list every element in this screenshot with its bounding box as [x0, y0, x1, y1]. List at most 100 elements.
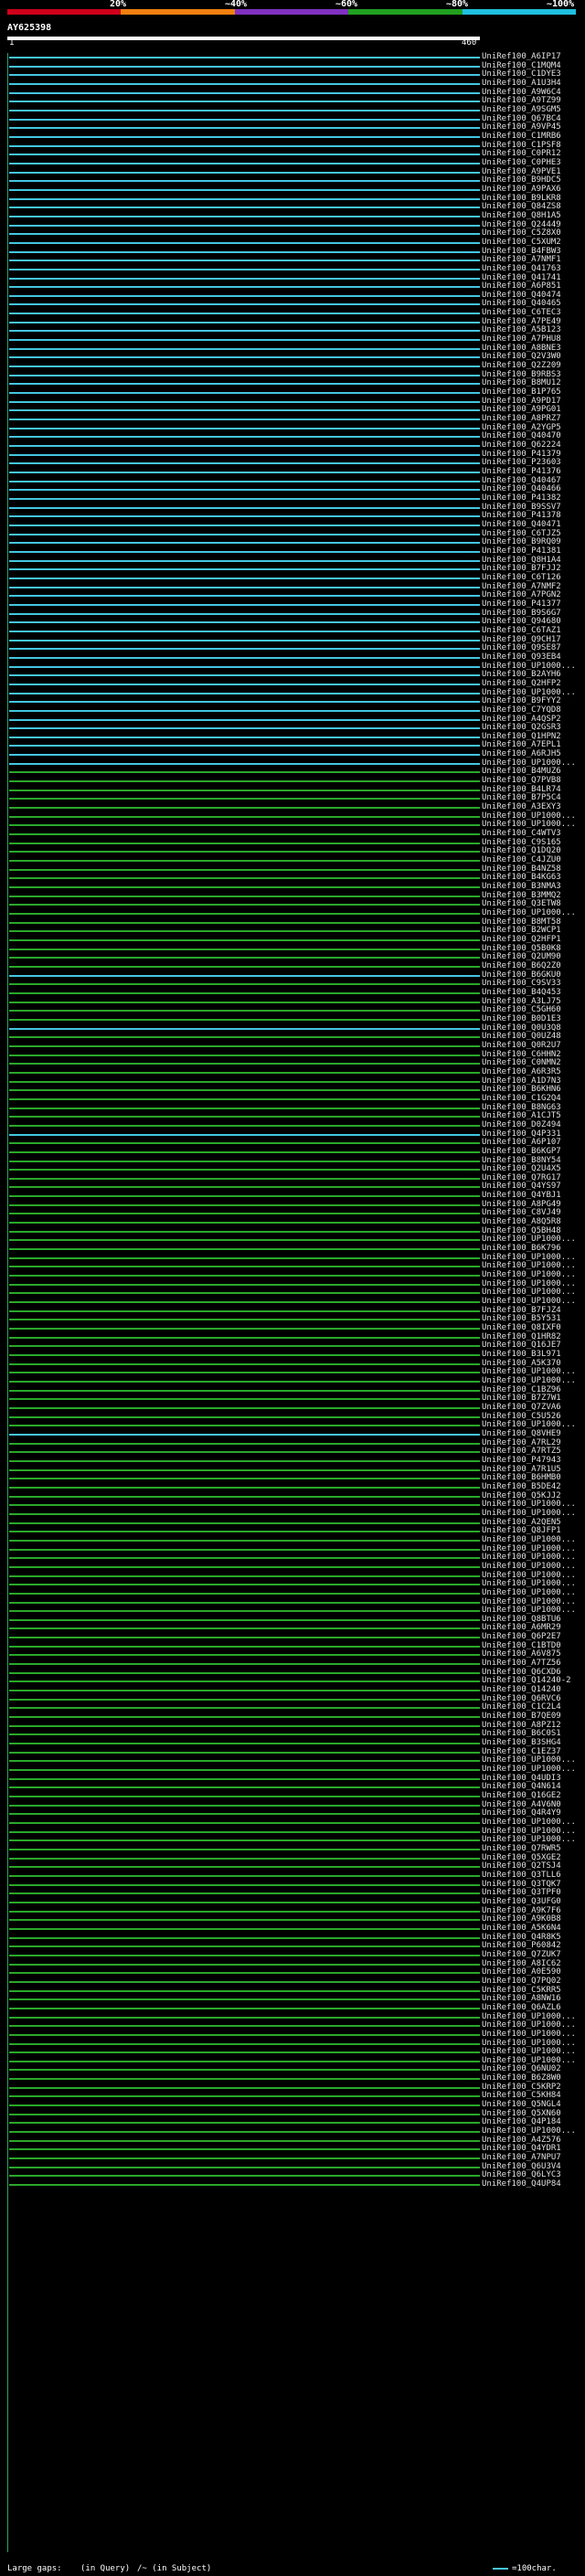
alignment-row[interactable]: UniRef100_B9SSV7	[0, 503, 585, 511]
alignment-bar[interactable]	[9, 409, 480, 412]
hit-link[interactable]: UniRef100_Q2HFP2	[482, 679, 561, 688]
alignment-bar[interactable]	[9, 260, 480, 262]
alignment-bar[interactable]	[9, 965, 480, 968]
hit-link[interactable]: UniRef100_B9FYY2	[482, 697, 561, 705]
alignment-row[interactable]: UniRef100_A8NW16	[0, 1995, 585, 2003]
alignment-row[interactable]: UniRef100_A5K370	[0, 1359, 585, 1367]
alignment-bar[interactable]	[9, 1751, 480, 1754]
alignment-bar[interactable]	[9, 1839, 480, 1842]
alignment-bar[interactable]	[9, 154, 480, 156]
alignment-row[interactable]: UniRef100_A1D7N3	[0, 1076, 585, 1085]
alignment-row[interactable]: UniRef100_UP1000...	[0, 811, 585, 820]
alignment-row[interactable]: UniRef100_Q5NGL4	[0, 2101, 585, 2109]
hit-link[interactable]: UniRef100_C1DYE3	[482, 70, 561, 79]
alignment-bar[interactable]	[9, 868, 480, 871]
alignment-bar[interactable]	[9, 559, 480, 562]
alignment-row[interactable]: UniRef100_A0E590	[0, 1968, 585, 1977]
hit-link[interactable]: UniRef100_UP1000...	[482, 1818, 576, 1827]
hit-link[interactable]: UniRef100_Q93EB4	[482, 652, 561, 662]
hit-link[interactable]: UniRef100_UP1000...	[482, 1235, 576, 1244]
alignment-bar[interactable]	[9, 824, 480, 827]
alignment-row[interactable]: UniRef100_B7P5C4	[0, 794, 585, 802]
alignment-bar[interactable]	[9, 1177, 480, 1180]
hit-link[interactable]: UniRef100_B8NG63	[482, 1103, 561, 1112]
hit-link[interactable]: UniRef100_UP1000...	[482, 1377, 576, 1385]
hit-link[interactable]: UniRef100_B8MT58	[482, 917, 561, 927]
alignment-row[interactable]: UniRef100_Q3TPF0	[0, 1889, 585, 1897]
alignment-row[interactable]: UniRef100_UP1000...	[0, 821, 585, 829]
hit-link[interactable]: UniRef100_Q5XN60	[482, 2109, 561, 2118]
alignment-row[interactable]: UniRef100_Q8H1A4	[0, 556, 585, 564]
alignment-bar[interactable]	[9, 1150, 480, 1153]
hit-link[interactable]: UniRef100_P60842	[482, 1942, 561, 1950]
alignment-row[interactable]: UniRef100_UP1000...	[0, 1827, 585, 1835]
hit-link[interactable]: UniRef100_Q6CXD6	[482, 1668, 561, 1677]
alignment-row[interactable]: UniRef100_A9K0B8	[0, 1915, 585, 1924]
hit-link[interactable]: UniRef100_UP1000...	[482, 662, 576, 671]
alignment-bar[interactable]	[9, 241, 480, 244]
alignment-bar[interactable]	[9, 639, 480, 641]
hit-link[interactable]: UniRef100_P41379	[482, 450, 561, 459]
alignment-bar[interactable]	[9, 1680, 480, 1683]
hit-link[interactable]: UniRef100_A7NMF1	[482, 256, 561, 264]
alignment-bar[interactable]	[9, 1372, 480, 1374]
hit-link[interactable]: UniRef100_Q7PQ02	[482, 1977, 561, 1986]
hit-link[interactable]: UniRef100_B4NZ58	[482, 864, 561, 874]
alignment-bar[interactable]	[9, 983, 480, 986]
alignment-row[interactable]: UniRef100_B6C0S1	[0, 1730, 585, 1738]
hit-link[interactable]: UniRef100_A6MR29	[482, 1624, 561, 1632]
hit-link[interactable]: UniRef100_Q8JFP1	[482, 1527, 561, 1535]
hit-link[interactable]: UniRef100_Q7PVB8	[482, 777, 561, 785]
alignment-row[interactable]: UniRef100_UP1000...	[0, 1818, 585, 1827]
alignment-bar[interactable]	[9, 1433, 480, 1436]
hit-link[interactable]: UniRef100_P41376	[482, 468, 561, 476]
hit-link[interactable]: UniRef100_Q2U4X5	[482, 1165, 561, 1173]
hit-link[interactable]: UniRef100_UP1000...	[482, 1588, 576, 1597]
alignment-bar[interactable]	[9, 1786, 480, 1789]
alignment-bar[interactable]	[9, 1415, 480, 1418]
alignment-row[interactable]: UniRef100_A9SGM5	[0, 105, 585, 113]
alignment-bar[interactable]	[9, 1822, 480, 1824]
alignment-row[interactable]: UniRef100_C0PHE3	[0, 158, 585, 166]
hit-link[interactable]: UniRef100_UP1000...	[482, 1836, 576, 1844]
alignment-row[interactable]: UniRef100_Q0U3Q8	[0, 1023, 585, 1032]
alignment-row[interactable]: UniRef100_A7PE49	[0, 317, 585, 325]
alignment-bar[interactable]	[9, 1309, 480, 1312]
hit-link[interactable]: UniRef100_Q16JE7	[482, 1341, 561, 1350]
hit-link[interactable]: UniRef100_UP1000...	[482, 758, 576, 768]
alignment-row[interactable]: UniRef100_UP1000...	[0, 758, 585, 767]
alignment-bar[interactable]	[9, 2042, 480, 2045]
hit-link[interactable]: UniRef100_UP1000...	[482, 1368, 576, 1376]
alignment-row[interactable]: UniRef100_UP1000...	[0, 2021, 585, 2030]
alignment-bar[interactable]	[9, 144, 480, 147]
alignment-bar[interactable]	[9, 860, 480, 863]
alignment-row[interactable]: UniRef100_B3L971	[0, 1351, 585, 1359]
hit-link[interactable]: UniRef100_B6K796	[482, 1245, 561, 1253]
alignment-row[interactable]: UniRef100_A7PGN2	[0, 591, 585, 599]
hit-link[interactable]: UniRef100_Q3TQK7	[482, 1880, 561, 1889]
alignment-row[interactable]: UniRef100_B4MUZ6	[0, 768, 585, 776]
hit-link[interactable]: UniRef100_Q6RVC6	[482, 1694, 561, 1703]
alignment-row[interactable]: UniRef100_P60842	[0, 1942, 585, 1950]
hit-link[interactable]: UniRef100_C6TJZ5	[482, 529, 561, 538]
hit-link[interactable]: UniRef100_B6KGP7	[482, 1147, 561, 1156]
hit-link[interactable]: UniRef100_B9S6G7	[482, 609, 561, 618]
alignment-bar[interactable]	[9, 356, 480, 359]
hit-link[interactable]: UniRef100_Q5KJJ2	[482, 1491, 561, 1500]
alignment-row[interactable]: UniRef100_B5DE42	[0, 1482, 585, 1490]
hit-link[interactable]: UniRef100_UP1000...	[482, 1288, 576, 1297]
alignment-bar[interactable]	[9, 842, 480, 844]
hit-link[interactable]: UniRef100_B4FBW3	[482, 247, 561, 256]
alignment-bar[interactable]	[9, 1071, 480, 1074]
alignment-bar[interactable]	[9, 2033, 480, 2036]
alignment-bar[interactable]	[9, 2016, 480, 2019]
hit-link[interactable]: UniRef100_C7YQD8	[482, 705, 561, 715]
alignment-row[interactable]: UniRef100_B6GKU0	[0, 970, 585, 979]
alignment-row[interactable]: UniRef100_B9RQ09	[0, 538, 585, 546]
alignment-row[interactable]: UniRef100_Q9SE87	[0, 644, 585, 652]
alignment-row[interactable]: UniRef100_B0D1E3	[0, 1014, 585, 1023]
alignment-bar[interactable]	[9, 1963, 480, 1966]
alignment-bar[interactable]	[9, 718, 480, 721]
hit-link[interactable]: UniRef100_Q4P331	[482, 1129, 561, 1139]
hit-link[interactable]: UniRef100_Q1HR82	[482, 1332, 561, 1341]
